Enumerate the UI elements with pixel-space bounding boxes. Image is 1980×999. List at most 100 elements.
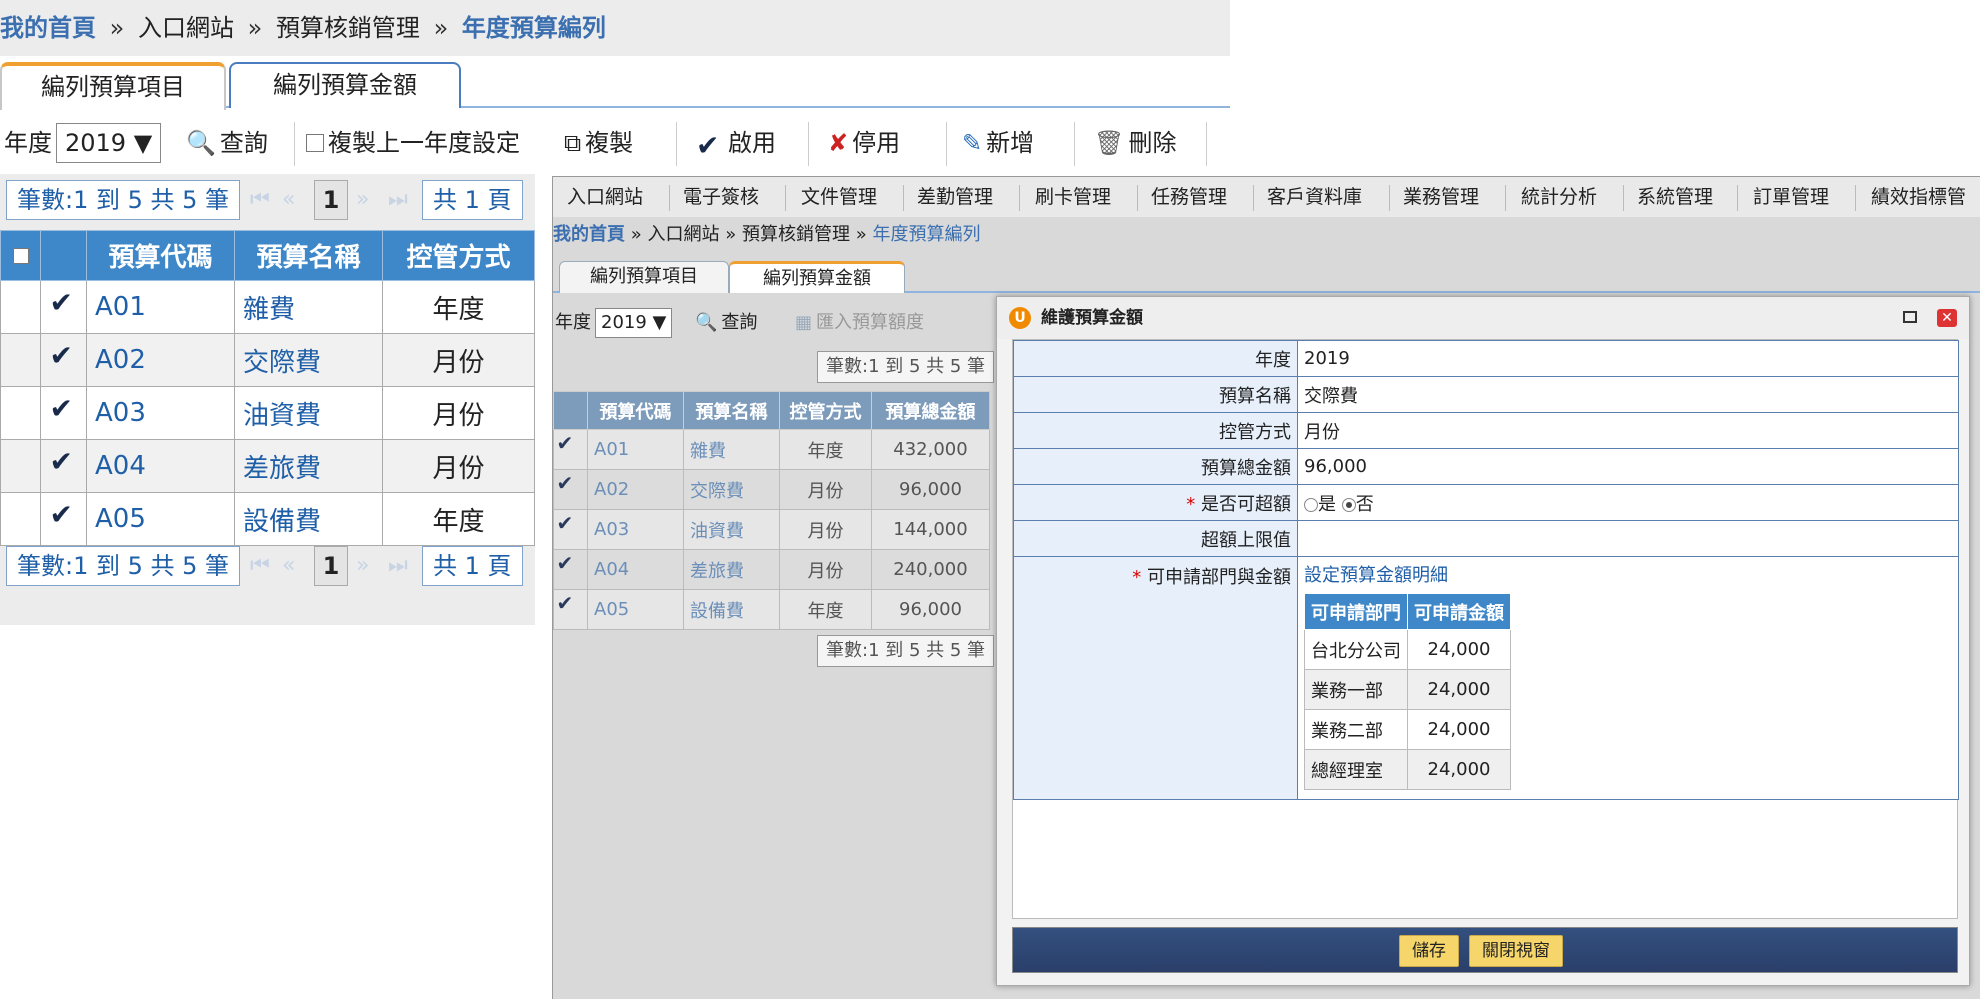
menu-item[interactable]: 客戶資料庫 — [1267, 177, 1362, 217]
check-icon[interactable] — [557, 471, 585, 501]
row-checkbox-cell[interactable] — [0, 492, 41, 546]
import-button[interactable]: ▦ 匯入預算額度 — [795, 307, 924, 339]
budget-code[interactable]: A01 — [86, 280, 235, 334]
table-row[interactable]: A01 雜費 年度 432,000 — [553, 429, 990, 470]
close-icon[interactable]: ✕ — [1937, 309, 1957, 327]
page-number[interactable]: 1 — [314, 546, 348, 586]
check-icon[interactable] — [557, 591, 585, 621]
first-page-icon[interactable]: ⏮ — [250, 184, 276, 216]
menu-item[interactable]: 刷卡管理 — [1035, 177, 1111, 217]
copy-prev-checkbox[interactable] — [306, 134, 324, 152]
tab-budget-items[interactable]: 編列預算項目 — [0, 62, 226, 110]
select-all-checkbox[interactable] — [12, 247, 29, 264]
table-row[interactable]: A02 交際費 月份 — [0, 333, 535, 387]
menu-item[interactable]: 系統管理 — [1637, 177, 1713, 217]
check-icon[interactable] — [50, 498, 78, 531]
menu-item[interactable]: 績效指標管 — [1871, 177, 1966, 217]
breadcrumb-item-portal[interactable]: 入口網站 — [647, 224, 719, 245]
next-page-icon[interactable]: » — [356, 550, 382, 582]
budget-code[interactable]: A05 — [86, 492, 235, 546]
menu-item[interactable]: 統計分析 — [1521, 177, 1597, 217]
menu-item[interactable]: 電子簽核 — [683, 177, 759, 217]
page-number[interactable]: 1 — [314, 180, 348, 220]
dialog-titlebar[interactable]: U 維護預算金額 ✕ — [997, 297, 1969, 339]
budget-code[interactable]: A02 — [587, 469, 684, 510]
menu-item[interactable]: 入口網站 — [567, 177, 643, 217]
check-icon[interactable] — [557, 551, 585, 581]
delete-button[interactable]: 🗑 刪除 — [1094, 122, 1176, 164]
set-amount-detail-link[interactable]: 設定預算金額明細 — [1304, 565, 1448, 586]
overrun-yes-label[interactable]: 是 — [1318, 494, 1336, 515]
breadcrumb-item-budget[interactable]: 預算核銷管理 — [742, 224, 850, 245]
row-checkbox-cell[interactable] — [0, 333, 41, 387]
column-header[interactable]: 預算代碼 — [587, 391, 684, 430]
check-icon[interactable] — [50, 445, 78, 478]
prev-page-icon[interactable]: « — [282, 184, 308, 216]
prev-page-icon[interactable]: « — [282, 550, 308, 582]
year-select[interactable]: 2019 ▼ — [56, 123, 162, 163]
budget-code[interactable]: A04 — [86, 439, 235, 493]
column-header[interactable]: 控管方式 — [779, 391, 872, 430]
column-header[interactable]: 預算代碼 — [86, 230, 235, 281]
overrun-no-radio[interactable] — [1341, 497, 1356, 512]
menu-item[interactable]: 業務管理 — [1403, 177, 1479, 217]
close-window-button[interactable]: 關閉視窗 — [1469, 935, 1563, 967]
next-page-icon[interactable]: » — [356, 184, 382, 216]
column-header[interactable]: 預算名稱 — [234, 230, 383, 281]
budget-name[interactable]: 交際費 — [234, 333, 383, 387]
budget-name[interactable]: 雜費 — [234, 280, 383, 334]
menu-item[interactable]: 任務管理 — [1151, 177, 1227, 217]
column-header[interactable]: 控管方式 — [382, 230, 535, 281]
maximize-icon[interactable] — [1903, 311, 1917, 323]
budget-name[interactable]: 油資費 — [683, 509, 780, 550]
budget-name[interactable]: 差旅費 — [683, 549, 780, 590]
budget-code[interactable]: A03 — [86, 386, 235, 440]
add-button[interactable]: ✎ 新增 — [962, 122, 1034, 164]
table-row[interactable]: A04 差旅費 月份 — [0, 439, 535, 493]
query-button[interactable]: 🔍 查詢 — [186, 122, 268, 164]
column-header[interactable]: 預算名稱 — [683, 391, 780, 430]
menu-item[interactable]: 訂單管理 — [1753, 177, 1829, 217]
budget-code[interactable]: A05 — [587, 589, 684, 630]
save-button[interactable]: 儲存 — [1399, 935, 1459, 967]
budget-name[interactable]: 差旅費 — [234, 439, 383, 493]
budget-name[interactable]: 設備費 — [234, 492, 383, 546]
table-row[interactable]: A02 交際費 月份 96,000 — [553, 469, 990, 510]
tab-budget-amounts[interactable]: 編列預算金額 — [729, 261, 905, 293]
check-icon[interactable] — [557, 511, 585, 541]
last-page-icon[interactable]: ⏭ — [388, 550, 414, 582]
breadcrumb-home[interactable]: 我的首頁 — [0, 14, 96, 42]
first-page-icon[interactable]: ⏮ — [250, 550, 276, 582]
row-checkbox-cell[interactable] — [0, 386, 41, 440]
query-button[interactable]: 🔍 查詢 — [695, 307, 757, 339]
budget-code[interactable]: A03 — [587, 509, 684, 550]
last-page-icon[interactable]: ⏭ — [388, 184, 414, 216]
menu-item[interactable]: 差勤管理 — [917, 177, 993, 217]
overrun-limit-value[interactable] — [1297, 520, 1959, 557]
year-select[interactable]: 2019 ▼ — [595, 308, 673, 338]
disable-button[interactable]: ✘ 停用 — [828, 122, 900, 164]
budget-name[interactable]: 油資費 — [234, 386, 383, 440]
budget-code[interactable]: A02 — [86, 333, 235, 387]
breadcrumb-item-portal[interactable]: 入口網站 — [138, 14, 234, 42]
breadcrumb-item-budget[interactable]: 預算核銷管理 — [276, 14, 420, 42]
budget-code[interactable]: A01 — [587, 429, 684, 470]
column-header[interactable]: 預算總金額 — [871, 391, 990, 430]
tab-budget-items[interactable]: 編列預算項目 — [559, 261, 729, 293]
tab-budget-amounts[interactable]: 編列預算金額 — [229, 62, 461, 108]
enable-button[interactable]: 啟用 — [696, 122, 776, 167]
copy-button[interactable]: ⧉ 複製 — [564, 122, 633, 164]
budget-name[interactable]: 雜費 — [683, 429, 780, 470]
table-row[interactable]: A04 差旅費 月份 240,000 — [553, 549, 990, 590]
overrun-no-label[interactable]: 否 — [1356, 494, 1374, 515]
breadcrumb-home[interactable]: 我的首頁 — [553, 224, 625, 245]
table-row[interactable]: A03 油資費 月份 144,000 — [553, 509, 990, 550]
check-icon[interactable] — [50, 339, 78, 372]
table-row[interactable]: A03 油資費 月份 — [0, 386, 535, 440]
table-row[interactable]: A01 雜費 年度 — [0, 280, 535, 334]
row-checkbox-cell[interactable] — [0, 439, 41, 493]
table-row[interactable]: A05 設備費 年度 96,000 — [553, 589, 990, 630]
budget-code[interactable]: A04 — [587, 549, 684, 590]
row-checkbox-cell[interactable] — [0, 280, 41, 334]
overrun-yes-radio[interactable] — [1304, 497, 1318, 512]
